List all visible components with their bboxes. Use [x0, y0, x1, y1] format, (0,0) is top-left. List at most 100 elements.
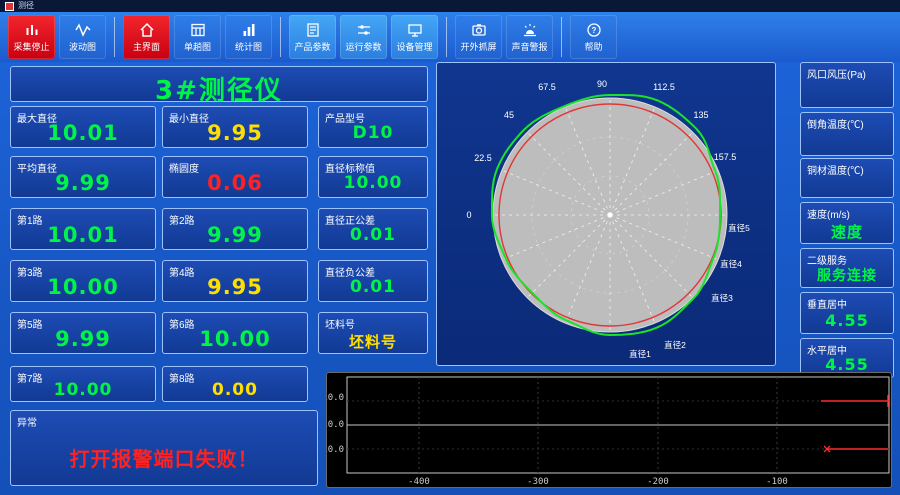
- strip-chart-svg: 10.0 10.0 10.0 -400 -300 -200 -100: [322, 376, 890, 487]
- metric-box-min-diameter: 最小直径 9.95: [162, 106, 308, 148]
- app-icon: [5, 1, 14, 11]
- waveform-icon: [74, 22, 91, 37]
- status-box-speed: 速度(m/s) 速度: [800, 202, 894, 244]
- polar-angle-label: 135: [693, 110, 708, 120]
- toolbar-button-label: 波动图: [68, 41, 96, 52]
- status-label: 速度(m/s): [807, 210, 850, 221]
- metric-value: 10.00: [343, 173, 403, 193]
- toolbar-button-main-screen[interactable]: 主界面: [123, 15, 170, 59]
- metric-box-channel-7: 第7路 10.00: [10, 366, 156, 402]
- x-axis-tick: -400: [408, 477, 430, 487]
- alarm-siren-icon: [523, 23, 536, 36]
- metric-value: 9.99: [55, 171, 111, 195]
- polar-chart-svg: 90 112.5 135 157.5 67.5 45 22.5 0 直径1 直径…: [466, 79, 750, 359]
- toolbar-button-label: 运行参数: [345, 41, 382, 52]
- toolbar-button-label: 设备管理: [396, 41, 433, 52]
- polar-angle-label: 112.5: [653, 82, 675, 92]
- status-value: 服务连接: [817, 268, 877, 284]
- status-value: 速度: [830, 223, 863, 241]
- toolbar-button-label: 产品参数: [294, 41, 331, 52]
- polar-diameter-label: 直径3: [711, 293, 733, 303]
- metric-label: 坯料号: [325, 320, 355, 331]
- metric-value: D10: [352, 123, 394, 143]
- equalizer-bars-icon: [26, 24, 37, 35]
- document-list-icon: [306, 22, 319, 37]
- metric-box-channel-5: 第5路 9.99: [10, 312, 156, 354]
- toolbar: 采集停止 波动图 主界面 单趟图 统计图 产品参数 运行参数 设备管理 开外抓屏…: [0, 12, 900, 62]
- bar-chart-icon: [243, 23, 254, 36]
- status-box-vertical-center: 垂直居中 4.55: [800, 292, 894, 334]
- toolbar-button-label: 单趟图: [183, 41, 211, 52]
- metric-box-product-model: 产品型号 D10: [318, 106, 428, 148]
- metric-value: 0.00: [212, 380, 258, 400]
- status-value: 4.55: [825, 311, 869, 330]
- metric-box-max-diameter: 最大直径 10.01: [10, 106, 156, 148]
- x-axis-tick: -300: [527, 477, 549, 487]
- metric-value: 0.01: [350, 277, 396, 297]
- metric-box-channel-3: 第3路 10.00: [10, 260, 156, 302]
- toolbar-button-screen-capture[interactable]: 开外抓屏: [455, 15, 502, 59]
- polar-angle-label: 0: [466, 210, 471, 220]
- metric-box-channel-1: 第1路 10.01: [10, 208, 156, 250]
- metric-value: 10.00: [53, 380, 113, 400]
- metric-value: 9.95: [207, 121, 263, 145]
- toolbar-button-label: 帮助: [584, 41, 603, 52]
- home-icon: [139, 22, 154, 37]
- toolbar-button-single-pass-chart[interactable]: 单趟图: [174, 15, 221, 59]
- metric-value: 9.99: [55, 327, 111, 351]
- metric-value: 0.01: [350, 225, 396, 245]
- polar-diameter-label: 直径2: [664, 340, 686, 350]
- alarm-message-box: 异常 打开报警端口失败！: [10, 410, 318, 486]
- y-axis-tick: 10.0: [327, 420, 344, 430]
- metric-box-channel-2: 第2路 9.99: [162, 208, 308, 250]
- metric-value: 9.95: [207, 275, 263, 299]
- status-label: 铜材温度(℃): [807, 166, 864, 177]
- status-box-copper-temp: 铜材温度(℃): [800, 158, 894, 198]
- metric-box-channel-8: 第8路 0.00: [162, 366, 308, 402]
- toolbar-separator: [446, 17, 447, 57]
- gauge-title: 3#测径仪: [155, 76, 283, 106]
- toolbar-button-label: 开外抓屏: [460, 41, 497, 52]
- gauge-title-box: 3#测径仪: [10, 66, 428, 106]
- toolbar-separator: [561, 17, 562, 57]
- toolbar-button-wave-chart[interactable]: 波动图: [59, 15, 106, 59]
- status-box-chamfer-temp: 倒角温度(℃): [800, 112, 894, 156]
- status-box-secondary-service: 二级服务 服务连接: [800, 248, 894, 288]
- window-title: 测径: [18, 1, 34, 10]
- grid-chart-icon: [190, 23, 205, 36]
- y-axis-tick: 10.0: [327, 445, 344, 455]
- polar-diameter-label: 直径1: [629, 349, 651, 359]
- metric-box-nominal-diameter: 直径标称值 10.00: [318, 156, 428, 198]
- toolbar-button-collect-stop[interactable]: 采集停止: [8, 15, 55, 59]
- toolbar-button-help[interactable]: ? 帮助: [570, 15, 617, 59]
- toolbar-button-sound-alarm[interactable]: 声音警报: [506, 15, 553, 59]
- toolbar-button-run-params[interactable]: 运行参数: [340, 15, 387, 59]
- toolbar-button-label: 声音警报: [511, 41, 548, 52]
- metric-box-billet-no: 坯料号 坯料号: [318, 312, 428, 354]
- app-window: 测径 采集停止 波动图 主界面 单趟图 统计图 产品参数 运行参数 设备管理 开…: [0, 0, 900, 495]
- monitor-icon: [407, 23, 422, 37]
- polar-angle-label: 45: [504, 110, 514, 120]
- help-icon: ?: [586, 22, 601, 37]
- toolbar-separator: [114, 17, 115, 57]
- metric-box-plus-tolerance: 直径正公差 0.01: [318, 208, 428, 250]
- metric-value: 0.06: [207, 171, 263, 195]
- trend-strip-chart: 10.0 10.0 10.0 -400 -300 -200 -100: [322, 372, 892, 488]
- metric-box-ovality: 椭圆度 0.06: [162, 156, 308, 198]
- metric-box-channel-4: 第4路 9.95: [162, 260, 308, 302]
- toolbar-button-product-params[interactable]: 产品参数: [289, 15, 336, 59]
- toolbar-button-statistics-chart[interactable]: 统计图: [225, 15, 272, 59]
- svg-text:?: ?: [591, 26, 596, 35]
- y-axis-tick: 10.0: [327, 393, 344, 403]
- status-box-wind-pressure: 风口风压(Pa): [800, 62, 894, 108]
- metric-box-minus-tolerance: 直径负公差 0.01: [318, 260, 428, 302]
- toolbar-button-device-manage[interactable]: 设备管理: [391, 15, 438, 59]
- polar-angle-label: 67.5: [538, 82, 556, 92]
- polar-angle-label: 22.5: [474, 153, 492, 163]
- toolbar-button-label: 主界面: [132, 41, 160, 52]
- titlebar: 测径: [0, 0, 900, 12]
- metric-box-avg-diameter: 平均直径 9.99: [10, 156, 156, 198]
- toolbar-separator: [280, 17, 281, 57]
- x-axis-tick: -200: [647, 477, 669, 487]
- metric-value: 10.00: [47, 275, 119, 299]
